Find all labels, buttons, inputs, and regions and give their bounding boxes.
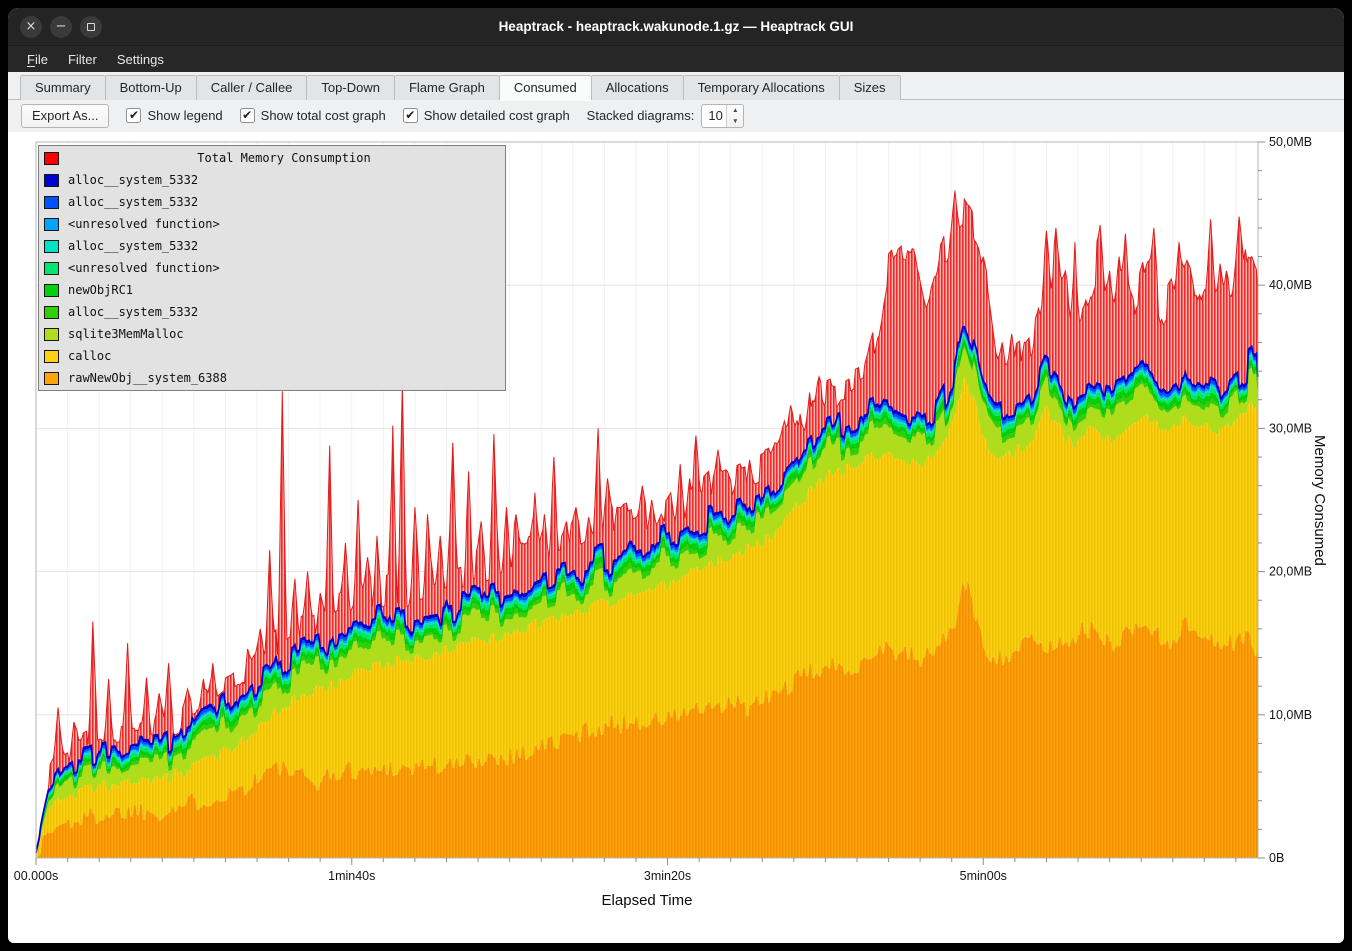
svg-text:10,0MB: 10,0MB [1269, 708, 1312, 722]
legend-label: <unresolved function> [68, 217, 220, 231]
legend-label: newObjRC1 [68, 283, 133, 297]
tab-consumed[interactable]: Consumed [499, 75, 592, 100]
legend-swatch [44, 306, 59, 319]
legend-item: alloc__system_5332 [41, 301, 503, 323]
legend-swatch [44, 328, 59, 341]
titlebar: × − Heaptrack - heaptrack.wakunode.1.gz … [8, 8, 1344, 45]
svg-text:20,0MB: 20,0MB [1269, 565, 1312, 579]
legend-label: alloc__system_5332 [68, 173, 198, 187]
legend-swatch [44, 196, 59, 209]
tab-caller-callee[interactable]: Caller / Callee [196, 75, 308, 100]
svg-text:30,0MB: 30,0MB [1269, 421, 1312, 435]
legend-swatch [44, 240, 59, 253]
checkmark-icon [240, 108, 255, 123]
legend-item: calloc [41, 345, 503, 367]
menubar: FileFilterSettings [8, 45, 1344, 72]
export-as-button[interactable]: Export As... [21, 104, 109, 128]
menu-item-file[interactable]: File [18, 48, 57, 71]
toolbar: Export As... Show legend Show total cost … [8, 100, 1344, 131]
legend-item: alloc__system_5332 [41, 169, 503, 191]
stacked-diagrams-group: Stacked diagrams: 10 ▲ ▼ [587, 104, 745, 128]
legend-item: newObjRC1 [41, 279, 503, 301]
legend-swatch [44, 284, 59, 297]
window-title: Heaptrack - heaptrack.wakunode.1.gz — He… [8, 8, 1344, 45]
legend-swatch [44, 350, 59, 363]
legend-label: alloc__system_5332 [68, 305, 198, 319]
legend-item: alloc__system_5332 [41, 235, 503, 257]
legend-item: sqlite3MemMalloc [41, 323, 503, 345]
tab-allocations[interactable]: Allocations [591, 75, 684, 100]
legend-title: Total Memory Consumption [68, 151, 500, 165]
legend-label: sqlite3MemMalloc [68, 327, 184, 341]
toolbar-checkboxes: Show legend Show total cost graph Show det… [126, 108, 569, 123]
legend-swatch [44, 152, 59, 165]
svg-text:40,0MB: 40,0MB [1269, 278, 1312, 292]
legend-label: <unresolved function> [68, 261, 220, 275]
legend-title-row: Total Memory Consumption [41, 147, 503, 169]
legend-item: rawNewObj__system_6388 [41, 367, 503, 389]
maximize-icon [87, 23, 95, 31]
tab-temporary-allocations[interactable]: Temporary Allocations [683, 75, 840, 100]
checkmark-icon [403, 108, 418, 123]
legend-label: alloc__system_5332 [68, 195, 198, 209]
stacked-diagrams-spinner[interactable]: 10 ▲ ▼ [701, 104, 744, 128]
app-window: × − Heaptrack - heaptrack.wakunode.1.gz … [8, 8, 1344, 943]
checkbox-show-legend[interactable]: Show legend [126, 108, 222, 123]
tab-flame-graph[interactable]: Flame Graph [394, 75, 500, 100]
spinner-down-icon[interactable]: ▼ [727, 116, 743, 127]
svg-text:5min00s: 5min00s [960, 869, 1007, 883]
stacked-diagrams-value: 10 [702, 105, 726, 127]
legend-item: <unresolved function> [41, 213, 503, 235]
legend-label: rawNewObj__system_6388 [68, 371, 227, 385]
checkbox-label: Show legend [147, 108, 222, 123]
svg-text:1min40s: 1min40s [328, 869, 375, 883]
tab-top-down[interactable]: Top-Down [306, 75, 395, 100]
checkbox-show-detailed-cost-graph[interactable]: Show detailed cost graph [403, 108, 570, 123]
svg-text:0B: 0B [1269, 851, 1284, 865]
tab-bar: SummaryBottom-UpCaller / CalleeTop-DownF… [8, 72, 1344, 100]
tab-sizes[interactable]: Sizes [839, 75, 901, 100]
svg-text:00.000s: 00.000s [14, 869, 58, 883]
spinner-up-icon[interactable]: ▲ [727, 105, 743, 116]
legend: Total Memory Consumption alloc__system_53… [38, 145, 506, 391]
checkbox-label: Show total cost graph [261, 108, 386, 123]
maximize-button[interactable] [80, 16, 102, 38]
minimize-icon: − [56, 20, 67, 33]
legend-swatch [44, 372, 59, 385]
checkmark-icon [126, 108, 141, 123]
legend-item: alloc__system_5332 [41, 191, 503, 213]
legend-label: alloc__system_5332 [68, 239, 198, 253]
close-button[interactable]: × [20, 16, 42, 38]
legend-item: <unresolved function> [41, 257, 503, 279]
tab-bottom-up[interactable]: Bottom-Up [105, 75, 197, 100]
tab-summary[interactable]: Summary [20, 75, 106, 100]
window-controls: × − [20, 8, 102, 45]
stacked-diagrams-label: Stacked diagrams: [587, 108, 695, 123]
legend-swatch [44, 262, 59, 275]
legend-swatch [44, 218, 59, 231]
svg-text:3min20s: 3min20s [644, 869, 691, 883]
minimize-button[interactable]: − [50, 16, 72, 38]
checkbox-show-total-cost-graph[interactable]: Show total cost graph [240, 108, 386, 123]
checkbox-label: Show detailed cost graph [424, 108, 570, 123]
legend-label: calloc [68, 349, 111, 363]
chart-area: 00.000s 1min40s 3min20s 5min00s 0B 10,0MB 20,0… [8, 132, 1344, 943]
spinner-arrows: ▲ ▼ [726, 105, 743, 127]
menu-item-filter[interactable]: Filter [59, 48, 106, 71]
menu-item-settings[interactable]: Settings [108, 48, 173, 71]
memory-consumed-axis-label: Memory Consumed [1311, 142, 1328, 858]
svg-text:50,0MB: 50,0MB [1269, 135, 1312, 149]
legend-swatch [44, 174, 59, 187]
close-icon: × [26, 20, 37, 33]
elapsed-time-axis-label: Elapsed Time [36, 892, 1258, 909]
